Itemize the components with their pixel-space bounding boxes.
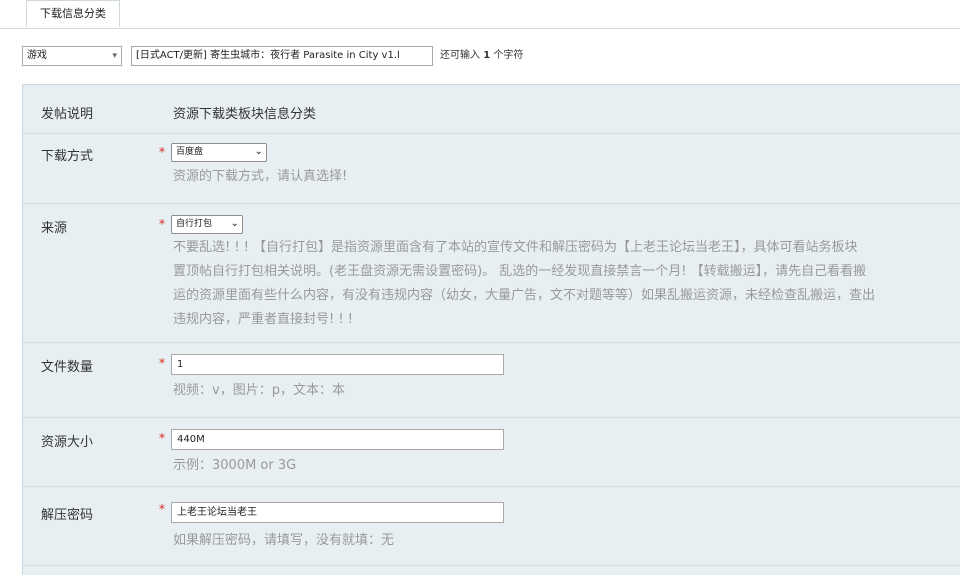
password-input[interactable]: 上老王论坛当老王 (171, 502, 504, 523)
file-count-hint: 视频：v，图片：p，文本：本 (173, 383, 345, 398)
row-resource-size: 资源大小 * 440M 示例：3000M or 3G (23, 417, 960, 487)
remaining-prefix: 还可输入 (440, 50, 480, 61)
remaining-count: 1 (483, 50, 491, 61)
row-source: 来源 * 自行打包 ⌄ 不要乱选! ! ! 【自行打包】是指资源里面含有了本站的… (23, 203, 960, 343)
row-file-count: 文件数量 * 1 视频：v，图片：p，文本：本 (23, 342, 960, 418)
post-title-input[interactable]: [日式ACT/更新] 寄生虫城市：夜行者 Parasite in City v1… (131, 46, 433, 66)
download-method-hint: 资源的下载方式，请认真选择! (173, 169, 348, 184)
remaining-chars: 还可输入 1 个字符 (440, 46, 523, 66)
resource-size-input[interactable]: 440M (171, 429, 504, 450)
source-hint-line: 违规内容，严重者直接封号! ! ! (173, 312, 353, 327)
classification-panel: 发帖说明 资源下载类板块信息分类 下载方式 * 百度盘 ⌄ 资源的下载方式，请认… (22, 84, 960, 575)
notice-value: 资源下载类板块信息分类 (173, 107, 317, 122)
password-hint: 如果解压密码，请填写，没有就填：无 (173, 533, 395, 548)
download-method-select[interactable]: 百度盘 ⌄ (171, 143, 267, 162)
chevron-down-icon: ⌄ (254, 146, 263, 157)
tab-bar: 下载信息分类 (0, 0, 960, 29)
notice-label: 发帖说明 (41, 107, 94, 122)
row-download-method: 下载方式 * 百度盘 ⌄ 资源的下载方式，请认真选择! (23, 133, 960, 204)
post-type-select[interactable]: 游戏 ▾ (22, 46, 122, 66)
source-hint-line: 置顶帖自行打包相关说明。(老王盘资源无需设置密码)。 乱选的一经发现直接禁言一个… (173, 264, 867, 279)
required-star: * (159, 217, 165, 231)
file-count-label: 文件数量 (41, 360, 94, 375)
chevron-down-icon: ▾ (112, 51, 117, 61)
post-type-value: 游戏 (27, 50, 47, 61)
remaining-suffix: 个字符 (493, 50, 524, 61)
required-star: * (159, 431, 165, 445)
source-label: 来源 (41, 221, 68, 236)
password-label: 解压密码 (41, 508, 94, 523)
download-method-value: 百度盘 (176, 147, 204, 157)
required-star: * (159, 502, 165, 516)
source-hint-line: 运的资源里面有些什么内容，有没有违规内容（幼女，大量广告，文不对题等等）如果乱搬… (173, 288, 876, 303)
source-select[interactable]: 自行打包 ⌄ (171, 215, 243, 234)
row-password: 解压密码 * 上老王论坛当老王 如果解压密码，请填写，没有就填：无 (23, 486, 960, 566)
required-star: * (159, 145, 165, 159)
resource-size-hint: 示例：3000M or 3G (173, 458, 297, 473)
required-star: * (159, 356, 165, 370)
chevron-down-icon: ⌄ (230, 218, 239, 229)
tab-download-info[interactable]: 下载信息分类 (26, 0, 120, 27)
file-count-input[interactable]: 1 (171, 354, 504, 375)
row-notice: 发帖说明 资源下载类板块信息分类 (23, 85, 960, 134)
title-row: 游戏 ▾ [日式ACT/更新] 寄生虫城市：夜行者 Parasite in Ci… (22, 46, 960, 68)
resource-size-label: 资源大小 (41, 435, 94, 450)
download-method-label: 下载方式 (41, 149, 94, 164)
source-hint: 不要乱选! ! ! 【自行打包】是指资源里面含有了本站的宣传文件和解压密码为【上… (173, 236, 960, 332)
source-hint-line: 不要乱选! ! ! 【自行打包】是指资源里面含有了本站的宣传文件和解压密码为【上… (173, 240, 858, 255)
source-value: 自行打包 (176, 219, 213, 229)
